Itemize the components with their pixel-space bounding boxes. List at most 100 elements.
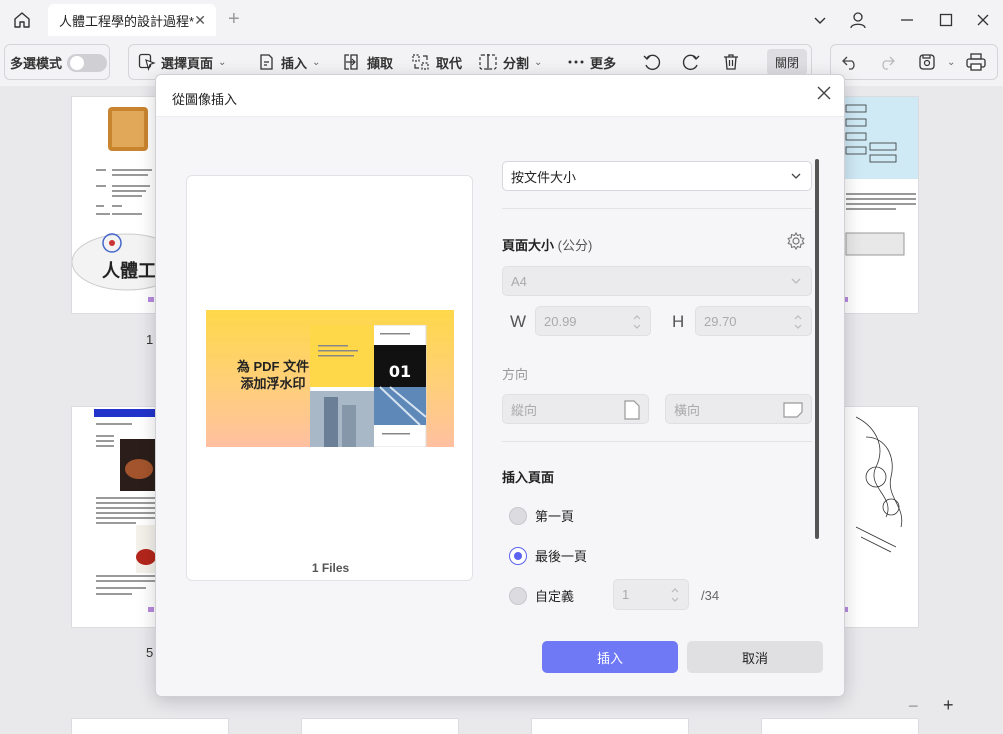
- custom-page-value: 1: [622, 587, 630, 602]
- save-icon: [919, 54, 935, 70]
- divider: [502, 208, 812, 209]
- save-button[interactable]: ⌄: [917, 45, 955, 79]
- height-value: 29.70: [704, 313, 737, 329]
- custom-page-input[interactable]: 1: [613, 579, 689, 610]
- page-thumbnail-12[interactable]: [761, 718, 919, 734]
- portrait-option[interactable]: 縱向: [502, 394, 649, 424]
- dialog-title: 從圖像插入: [172, 92, 238, 107]
- height-input[interactable]: 29.70: [695, 306, 812, 336]
- radio-button[interactable]: [509, 506, 527, 525]
- dialog-close-button[interactable]: [816, 85, 832, 104]
- user-icon: [850, 12, 866, 29]
- undo-button[interactable]: [841, 45, 864, 79]
- zoom-in-button[interactable]: +: [943, 695, 954, 716]
- landscape-label: 橫向: [674, 402, 701, 418]
- minimize-button[interactable]: [887, 0, 927, 40]
- cancel-button[interactable]: 取消: [687, 641, 823, 673]
- paper-size-select[interactable]: A4: [502, 266, 812, 296]
- size-mode-select[interactable]: 按文件大小: [502, 161, 812, 191]
- redo-icon: [882, 56, 895, 70]
- title-bar: 人體工程學的設計過程* ✕ +: [0, 0, 1003, 40]
- document-tab[interactable]: 人體工程學的設計過程* ✕: [48, 4, 216, 36]
- maximize-button[interactable]: [926, 0, 966, 40]
- page-thumbnail-4[interactable]: [835, 96, 919, 314]
- radio-button[interactable]: [509, 586, 527, 605]
- preview-collage: 01: [310, 325, 427, 447]
- gear-icon[interactable]: [786, 231, 806, 251]
- replace-label: 取代: [436, 55, 463, 71]
- paper-size-value: A4: [511, 273, 527, 289]
- split-icon: [479, 54, 497, 70]
- tab-close-icon[interactable]: ✕: [194, 12, 206, 29]
- insert-button[interactable]: 插入: [542, 641, 678, 673]
- trash-icon: [724, 54, 738, 70]
- insert-icon: [260, 54, 273, 70]
- more-icon: [568, 60, 584, 64]
- document-tab-title: 人體工程學的設計過程*: [59, 13, 195, 29]
- chevron-down-icon: ⌄: [534, 56, 543, 68]
- zoom-out-button[interactable]: −: [908, 696, 919, 717]
- chevron-down-icon: [814, 17, 826, 24]
- chevron-down-icon: ⌄: [312, 56, 321, 68]
- position-first-page[interactable]: 第一頁: [509, 506, 574, 525]
- undo-icon: [842, 56, 855, 70]
- home-button[interactable]: [0, 0, 44, 40]
- chevron-down-icon[interactable]: ⌄: [947, 57, 955, 68]
- custom-page-total: /34: [701, 588, 720, 603]
- page-number-1: 1: [146, 332, 154, 347]
- size-mode-value: 按文件大小: [511, 169, 577, 185]
- account-button[interactable]: [838, 0, 878, 40]
- page-thumbnail-1[interactable]: 人體工程學: [71, 96, 192, 314]
- print-icon: [966, 53, 986, 71]
- new-tab-button[interactable]: +: [228, 8, 240, 30]
- portrait-label: 縱向: [511, 402, 538, 418]
- divider: [502, 441, 812, 442]
- width-input[interactable]: 20.99: [535, 306, 651, 336]
- settings-panel: 按文件大小 頁面大小 (公分) A4 W 20.99 H 29.70 方向 縱向: [502, 117, 812, 667]
- close-icon: [977, 14, 989, 26]
- multi-select-mode: 多選模式: [4, 44, 110, 80]
- dialog-header: 從圖像插入: [156, 75, 844, 117]
- position-custom[interactable]: 自定義: [509, 586, 574, 605]
- tab-list-button[interactable]: [800, 0, 840, 40]
- insert-from-image-dialog: 從圖像插入 為 PDF 文件 添加浮水印 01 1 Files 按文件大小 頁面…: [155, 74, 845, 697]
- position-last-page[interactable]: 最後一頁: [509, 546, 587, 565]
- cursor-select-icon: [138, 53, 156, 71]
- chevron-down-icon: ⌄: [218, 56, 227, 68]
- first-page-label: 第一頁: [535, 509, 575, 524]
- chevron-down-icon: [791, 173, 801, 179]
- extract-label: 擷取: [367, 55, 394, 71]
- landscape-option[interactable]: 橫向: [665, 394, 812, 424]
- print-button[interactable]: [965, 45, 992, 79]
- width-value: 20.99: [544, 313, 577, 329]
- landscape-page-icon: [783, 402, 803, 418]
- page-thumbnail-8[interactable]: [835, 406, 919, 628]
- rotate-left-icon: [643, 54, 661, 71]
- stepper-icon: [633, 315, 641, 329]
- radio-button-selected[interactable]: [509, 546, 527, 565]
- maximize-icon: [939, 13, 953, 27]
- page-5-content: [94, 409, 158, 612]
- preview-badge: 01: [389, 362, 411, 381]
- split-label: 分割: [503, 55, 530, 71]
- page-thumbnail-5[interactable]: [71, 406, 159, 628]
- multi-select-label: 多選模式: [10, 55, 63, 71]
- insert-page-title: 插入頁面: [502, 470, 555, 485]
- close-icon: [817, 86, 831, 100]
- image-preview-panel: 為 PDF 文件 添加浮水印 01 1 Files: [186, 175, 473, 581]
- page-thumbnail-11[interactable]: [531, 718, 689, 734]
- replace-icon: [412, 54, 429, 70]
- custom-label: 自定義: [535, 589, 575, 604]
- preview-image[interactable]: 為 PDF 文件 添加浮水印 01: [206, 310, 454, 447]
- page-thumbnail-9[interactable]: [71, 718, 229, 734]
- window-close-button[interactable]: [963, 0, 1003, 40]
- rotate-right-icon: [682, 54, 700, 71]
- multi-select-toggle[interactable]: [67, 54, 107, 72]
- redo-button[interactable]: [878, 45, 901, 79]
- home-icon: [14, 12, 30, 28]
- close-page-mode-button[interactable]: 關閉: [767, 49, 807, 75]
- orientation-title: 方向: [502, 367, 529, 382]
- settings-scrollbar[interactable]: [815, 159, 819, 539]
- page-thumbnail-10[interactable]: [301, 718, 459, 734]
- insert-label: 插入: [281, 55, 308, 71]
